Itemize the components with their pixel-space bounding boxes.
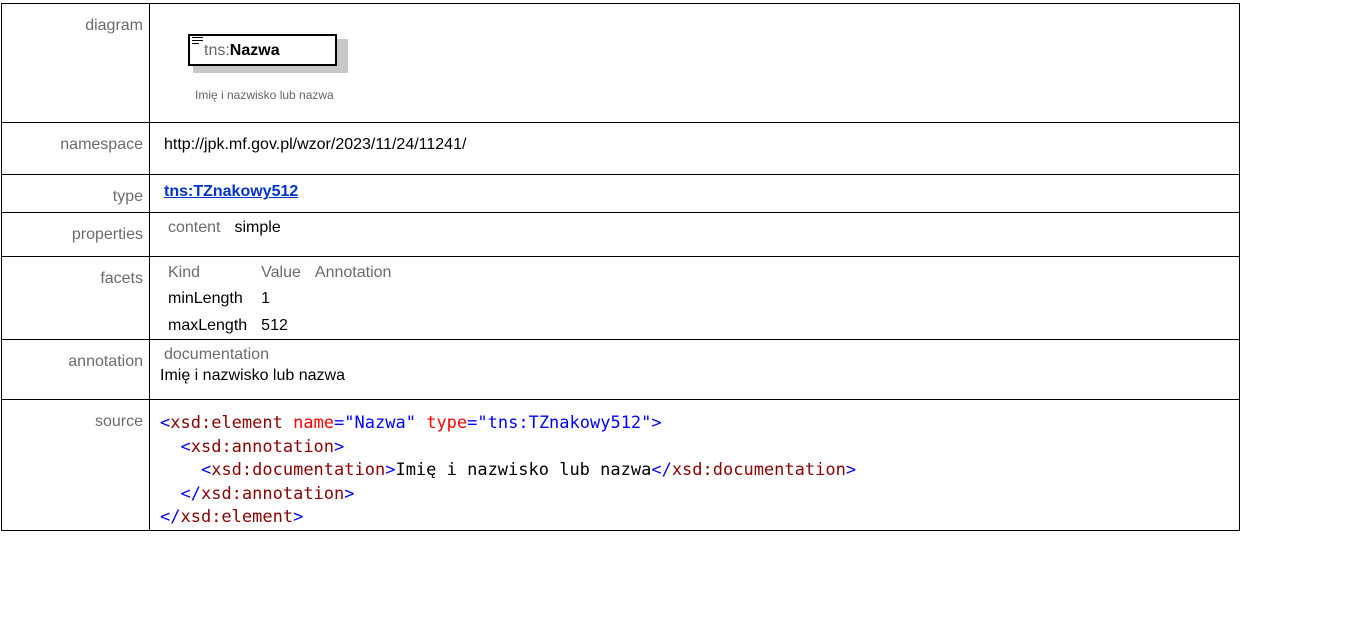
source-attr-value: "Nazwa" (344, 413, 416, 433)
element-diagram: tns:Nazwa Imię i nazwisko lub nazwa (164, 4, 1239, 122)
element-detail-table: diagram tns:Nazwa Imię i nazwisko lub na… (1, 3, 1240, 531)
diagram-cell: tns:Nazwa Imię i nazwisko lub nazwa (149, 3, 1240, 123)
source-tag: xsd:documentation (211, 460, 386, 480)
source-attr-value: "tns:TZnakowy512" (477, 413, 652, 433)
source-code: <xsd:element name="Nazwa" type="tns:TZna… (160, 413, 857, 527)
type-link[interactable]: tns:TZnakowy512 (164, 183, 298, 200)
row-label-source: source (1, 399, 150, 531)
row-label-facets: facets (1, 256, 150, 340)
source-tag: xsd:element (180, 507, 294, 527)
facets-header-value: Value (261, 264, 301, 281)
facet-annotation (315, 285, 406, 313)
facets-header-kind: Kind (168, 264, 201, 281)
element-box-name: tns:Nazwa (204, 42, 280, 60)
element-box[interactable]: tns:Nazwa (188, 34, 337, 66)
facet-kind: maxLength (168, 317, 248, 334)
table-row: minLength 1 (168, 285, 405, 313)
namespace-value: http://jpk.mf.gov.pl/wzor/2023/11/24/112… (149, 122, 1240, 175)
source-attr: name (293, 413, 335, 433)
annotation-text: Imię i nazwisko lub nazwa (160, 367, 345, 384)
facets-table: Kind Value Annotation minLength 1 maxLen… (168, 261, 405, 339)
property-value: simple (234, 219, 281, 236)
source-tag: xsd:documentation (671, 460, 846, 480)
row-label-annotation: annotation (1, 339, 150, 400)
row-label-namespace: namespace (1, 122, 150, 175)
row-label-diagram: diagram (1, 3, 150, 123)
properties-cell: content simple (149, 212, 1240, 257)
annotation-cell: documentation Imię i nazwisko lub nazwa (149, 339, 1240, 400)
property-key: content (168, 219, 221, 236)
facet-value: 512 (261, 317, 288, 334)
row-label-properties: properties (1, 212, 150, 257)
source-attr: type (426, 413, 468, 433)
facets-header-annotation: Annotation (314, 264, 392, 281)
row-label-type: type (1, 174, 150, 213)
element-name: Nazwa (229, 42, 280, 59)
diagram-documentation: Imię i nazwisko lub nazwa (195, 88, 334, 102)
annotation-heading: documentation (164, 346, 269, 363)
source-cell: <xsd:element name="Nazwa" type="tns:TZna… (149, 399, 1240, 531)
type-cell: tns:TZnakowy512 (149, 174, 1240, 213)
source-text: Imię i nazwisko lub nazwa (395, 460, 652, 480)
facet-annotation (315, 313, 406, 339)
source-tag: xsd:element (170, 413, 283, 433)
facet-value: 1 (261, 290, 271, 307)
element-prefix: tns: (204, 42, 230, 59)
source-tag: xsd:annotation (200, 483, 345, 504)
source-tag: xsd:annotation (190, 436, 335, 457)
facets-cell: Kind Value Annotation minLength 1 maxLen… (149, 256, 1240, 340)
facet-kind: minLength (168, 290, 243, 307)
table-row: maxLength 512 (168, 313, 405, 339)
documentation-icon (192, 37, 203, 46)
